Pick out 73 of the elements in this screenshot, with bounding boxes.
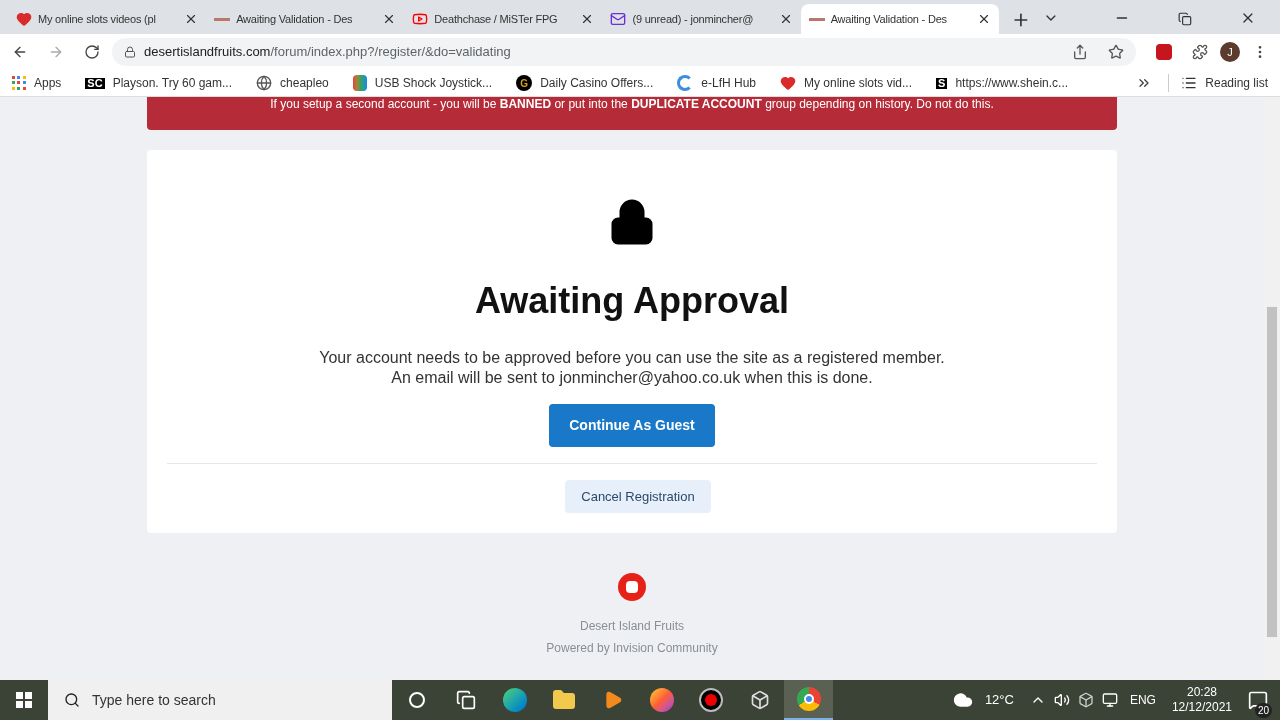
share-icon[interactable] [1072,44,1088,60]
coin-icon: G [516,75,533,91]
grid-icon [12,76,26,90]
cube-icon[interactable] [749,690,770,710]
tab-title: My online slots videos (pl [38,11,157,27]
favicon-icon: SC [85,77,105,89]
browser-icon[interactable] [502,688,527,712]
bookmark[interactable]: e-LfH Hub [677,74,764,92]
list-icon [1181,75,1198,91]
bookmark[interactable]: SC Playson. Try 60 gam... [85,74,241,92]
cancel-registration-button[interactable]: Cancel Registration [565,480,711,513]
clock[interactable]: 20:28 12/12/2021 [1171,685,1232,715]
reading-list-button[interactable]: Reading list [1168,74,1268,92]
record-icon[interactable] [698,688,723,712]
bookmark[interactable]: USB Shock Joystick... [352,74,501,92]
restore-icon[interactable] [1178,12,1193,26]
windows-icon [16,692,32,708]
search-field[interactable]: Type here to search [92,689,376,711]
tab-title: Awaiting Validation - Des [236,11,354,27]
continue-as-guest-button[interactable]: Continue As Guest [549,404,715,447]
browser-tab[interactable]: My online slots videos (pl [8,4,207,34]
tab-title: (9 unread) - jonmincher@ [632,11,755,27]
folder-icon[interactable] [551,688,576,712]
globe-icon [256,75,273,91]
volume-icon[interactable] [1053,692,1070,708]
bookmark[interactable]: S https://www.shein.c... [936,74,1077,92]
mail-icon [610,11,627,27]
browser-tab[interactable]: (9 unread) - jonmincher@ [602,4,801,34]
network-icon[interactable] [1101,692,1118,708]
task-view-icon[interactable] [455,690,476,710]
search-box[interactable]: Type here to search [48,680,392,720]
lock-icon [124,46,136,58]
tab-title: Deathchase / MiSTer FPG [434,11,559,27]
message-text: Your account needs to be approved before you can use the site as a registered member. [319,348,945,368]
chrome-icon[interactable] [796,687,821,711]
bookmark-icon[interactable] [1108,44,1124,60]
page-title: Awaiting Approval [474,279,789,323]
dash-icon [214,17,231,21]
bookmark[interactable]: G Daily Casino Offers... [516,74,662,92]
weather-icon[interactable] [952,690,973,710]
video-icon [412,11,429,27]
profile-avatar[interactable]: J [1220,42,1240,62]
heart-icon [16,11,32,27]
search-icon [64,692,80,708]
browser-tab[interactable]: Awaiting Validation - Des [206,4,405,34]
tab-title: Awaiting Validation - Des [830,11,948,27]
bag-icon [352,75,367,91]
site-name: Desert Island Fruits [579,618,684,635]
bookmark[interactable]: My online slots vid... [780,74,921,92]
pdf-icon[interactable] [1156,44,1172,60]
extensions-icon[interactable] [1192,44,1208,60]
heart-icon [780,75,796,91]
url-text: desertislandfruits.com/forum/index.php?/register/&do=validating [144,43,512,62]
warning-text: If you setup a second account - you will be BANNED or put into the DUPLICATE ACCOUNT group depending on history. Do not do this. [270,97,994,111]
message-text: An email will be sent to jonmincher@yahoo.co.uk when this is done. [391,368,873,388]
browser-icon[interactable] [649,688,674,712]
cortana-icon[interactable] [408,692,425,708]
notification-count: 20 [1254,703,1272,718]
temperature: 12°C [984,691,1014,710]
bookmark[interactable]: cheapleo [256,74,337,92]
language-indicator[interactable]: ENG [1129,691,1156,709]
address-bar[interactable]: desertislandfruits.com/forum/index.php?/register/&do=validating [112,38,1136,66]
back-icon[interactable] [12,44,28,60]
browser-tab[interactable]: Awaiting Validation - Des [800,4,999,34]
browser-tab[interactable]: Deathchase / MiSTer FPG [404,4,603,34]
taskbar-app[interactable] [784,680,833,720]
powered-by-text: Powered by Invision Community [546,640,718,657]
reload-icon[interactable] [84,44,100,60]
date-text: 12/12/2021 [1171,700,1232,715]
time-text: 20:28 [1186,685,1217,700]
dash-icon [808,17,825,21]
favicon-icon: S [936,77,948,89]
bookmark[interactable]: Apps [12,74,70,92]
